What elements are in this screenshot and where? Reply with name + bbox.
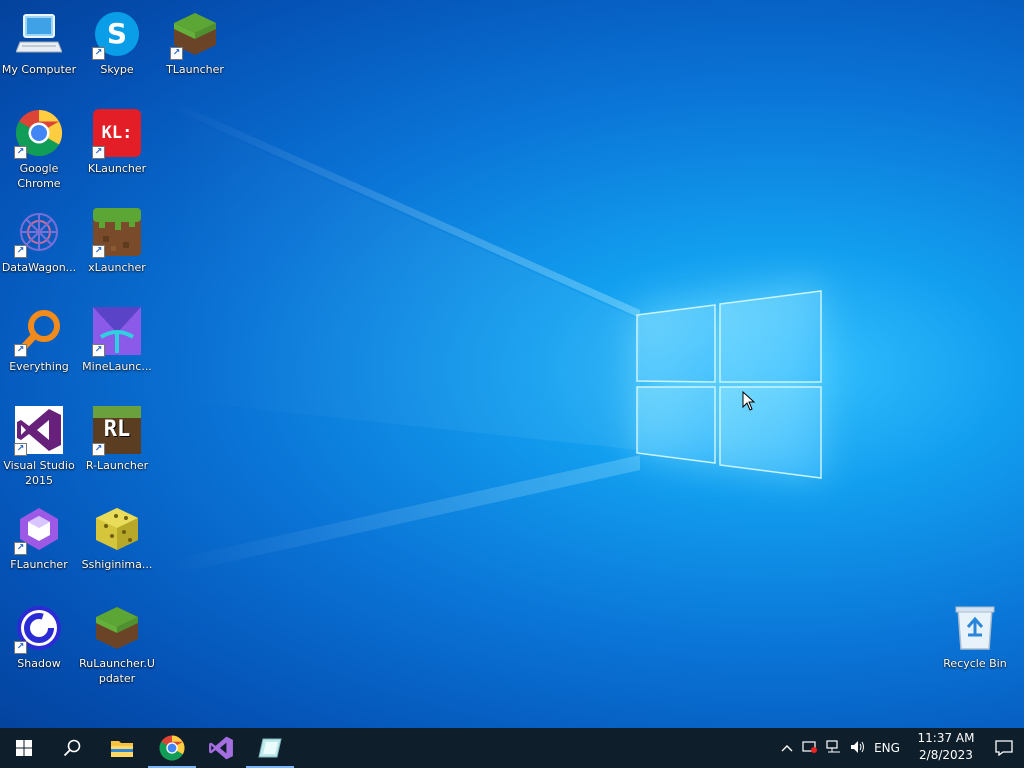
clock-time: 11:37 AM	[917, 731, 975, 745]
taskbar: ENG 11:37 AM 2/8/2023	[0, 728, 1024, 768]
desktop[interactable]: My Computer ↗ Google Chrome ↗ DataWagon.…	[0, 0, 1024, 728]
desktop-icon-datawagon[interactable]: ↗ DataWagon...	[0, 198, 78, 275]
shortcut-arrow-icon: ↗	[14, 245, 27, 258]
shortcut-arrow-icon: ↗	[92, 344, 105, 357]
desktop-icon-flauncher[interactable]: ↗ FLauncher	[0, 495, 78, 572]
desktop-icon-tlauncher[interactable]: ↗ TLauncher	[156, 0, 234, 77]
desktop-icon-visual-studio-2015[interactable]: ↗ Visual Studio 2015	[0, 396, 78, 488]
mouse-cursor-icon	[742, 391, 756, 411]
skype-icon: S ↗	[92, 10, 141, 60]
windows-start-icon	[16, 740, 32, 756]
visual-studio-icon: ↗	[14, 406, 63, 456]
desktop-icon-skype[interactable]: S ↗ Skype	[78, 0, 156, 77]
rlauncher-text: RL	[103, 417, 131, 442]
shadow-icon: ↗	[14, 604, 63, 654]
start-button[interactable]	[0, 728, 48, 768]
desktop-icon-label: Recycle Bin	[943, 657, 1007, 670]
notification-icon	[995, 740, 1013, 756]
shortcut-arrow-icon: ↗	[14, 443, 27, 456]
datawagon-icon: ↗	[14, 208, 63, 258]
minelauncher-icon: ↗	[92, 307, 141, 357]
chrome-icon: ↗	[14, 109, 63, 159]
network-icon[interactable]	[822, 739, 846, 757]
desktop-icon-rulauncher-updater[interactable]: RuLauncher.Updater	[78, 594, 156, 686]
taskbar-chrome[interactable]	[148, 728, 196, 768]
desktop-icon-shadow[interactable]: ↗ Shadow	[0, 594, 78, 671]
desktop-icon-label: R-Launcher	[85, 459, 149, 472]
desktop-icon-label: FLauncher	[10, 558, 68, 571]
desktop-icon-my-computer[interactable]: My Computer	[0, 0, 78, 77]
visual-studio-icon	[209, 736, 233, 760]
shortcut-arrow-icon: ↗	[92, 245, 105, 258]
desktop-icon-google-chrome[interactable]: ↗ Google Chrome	[0, 99, 78, 191]
desktop-icon-everything[interactable]: ↗ Everything	[0, 297, 78, 374]
desktop-icon-klauncher[interactable]: KL: ↗ KLauncher	[78, 99, 156, 176]
magnifier-icon: ↗	[14, 307, 63, 357]
desktop-icon-label: MineLaunc...	[82, 360, 152, 373]
taskbar-file-explorer[interactable]	[98, 728, 146, 768]
clock[interactable]: 11:37 AM 2/8/2023	[908, 730, 984, 764]
grass-block-icon: ↗	[92, 208, 141, 258]
security-alert-icon[interactable]	[798, 740, 822, 757]
shortcut-arrow-icon: ↗	[92, 443, 105, 456]
chrome-icon	[159, 735, 185, 761]
desktop-icon-label: DataWagon...	[1, 261, 77, 274]
shortcut-arrow-icon: ↗	[92, 146, 105, 159]
desktop-icon-label: RuLauncher.Updater	[79, 657, 155, 685]
desktop-icon-label: Visual Studio 2015	[3, 459, 75, 487]
shortcut-arrow-icon: ↗	[14, 344, 27, 357]
volume-icon[interactable]	[846, 740, 870, 757]
klauncher-icon: KL: ↗	[92, 109, 141, 159]
taskbar-visual-studio[interactable]	[197, 728, 245, 768]
desktop-icon-r-launcher[interactable]: RL ↗ R-Launcher	[78, 396, 156, 473]
show-hidden-icons-chevron-icon[interactable]	[776, 741, 798, 755]
recycle-bin-icon	[951, 604, 999, 652]
input-language[interactable]: ENG	[870, 741, 904, 755]
shortcut-arrow-icon: ↗	[92, 47, 105, 60]
search-icon	[63, 739, 81, 757]
desktop-icon-minelauncher[interactable]: ↗ MineLaunc...	[78, 297, 156, 374]
search-button[interactable]	[48, 728, 96, 768]
desktop-icon-label: Google Chrome	[17, 162, 61, 190]
app-icon	[258, 738, 282, 758]
desktop-icon-label: Skype	[100, 63, 134, 76]
shortcut-arrow-icon: ↗	[14, 641, 27, 654]
shortcut-arrow-icon: ↗	[14, 146, 27, 159]
folder-icon	[111, 741, 133, 757]
desktop-icon-sshiginima[interactable]: Sshiginima...	[78, 495, 156, 572]
desktop-icon-label: TLauncher	[166, 63, 224, 76]
desktop-icon-label: Everything	[9, 360, 69, 373]
desktop-icon-xlauncher[interactable]: ↗ xLauncher	[78, 198, 156, 275]
system-tray: ENG	[776, 728, 904, 768]
sponge-block-icon	[93, 505, 141, 553]
rlauncher-icon: RL ↗	[92, 406, 141, 456]
computer-icon	[15, 10, 63, 58]
flauncher-icon: ↗	[14, 505, 63, 555]
desktop-icon-label: My Computer	[1, 63, 77, 76]
grass-block-icon: ↗	[170, 10, 219, 60]
desktop-icon-label: KLauncher	[87, 162, 147, 175]
desktop-icon-label: Shadow	[17, 657, 61, 670]
shortcut-arrow-icon: ↗	[170, 47, 183, 60]
shortcut-arrow-icon: ↗	[14, 542, 27, 555]
action-center-button[interactable]	[984, 728, 1024, 768]
grass-block-icon	[93, 604, 141, 652]
desktop-icon-label: Sshiginima...	[81, 558, 153, 571]
taskbar-app[interactable]	[246, 728, 294, 768]
desktop-icon-label: xLauncher	[88, 261, 146, 274]
desktop-icon-recycle-bin[interactable]: Recycle Bin	[936, 594, 1014, 671]
clock-date: 2/8/2023	[919, 748, 973, 762]
